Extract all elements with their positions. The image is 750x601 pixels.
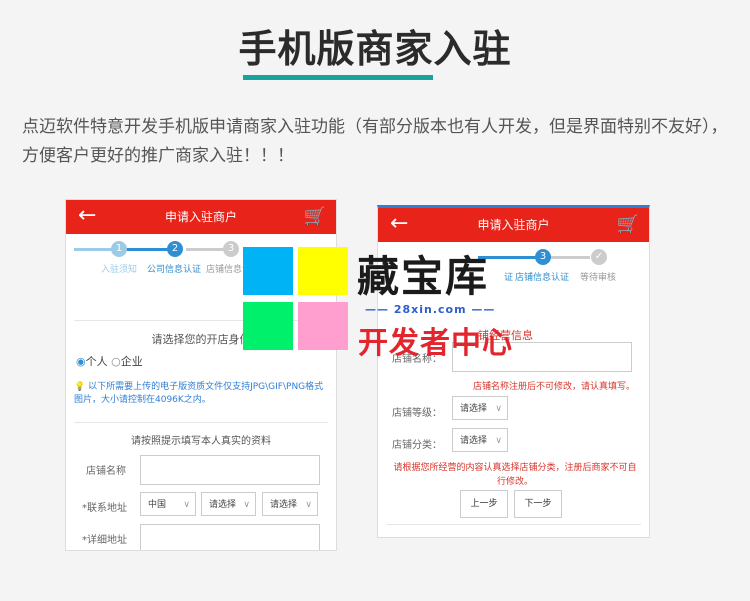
arrow-left-icon[interactable]: ← (390, 208, 408, 240)
watermark-title: 藏宝库 (357, 252, 490, 301)
country-select-value: 中国 (148, 500, 167, 510)
fill-prompt: 请按照提示填写本人真实的资料 (131, 436, 271, 447)
cart-icon[interactable]: 🛒 (304, 200, 326, 234)
step-3-prefix: 证 (504, 273, 514, 283)
step-4-dot: ✓ (591, 249, 607, 265)
heading-underline (243, 75, 433, 80)
page-heading: 手机版商家入驻 (238, 27, 512, 71)
chevron-down-icon: ∨ (183, 500, 190, 510)
watermark-site: —— 28xin.com —— (365, 303, 496, 316)
upload-tip-text: 以下所需要上传的电子版资质文件仅支持JPG\GIF\PNG格式图片，大小请控制在… (74, 382, 324, 405)
shop-name-note: 店铺名称注册后不可修改，请认真填写。 (473, 382, 636, 392)
left-step-progress: 1 2 3 入驻须知 公司信息认证 店铺信息认 (66, 234, 336, 284)
shop-category-select[interactable]: 请选择 ∨ (452, 428, 508, 452)
chevron-down-icon: ∨ (243, 500, 250, 510)
step-3-dot: 3 (535, 249, 551, 265)
chevron-down-icon: ∨ (495, 436, 502, 446)
next-step-button[interactable]: 下一步 (514, 490, 562, 518)
detail-address-input[interactable] (140, 524, 320, 550)
shop-level-label: 店铺等级： (392, 408, 442, 419)
intro-paragraph: 点迈软件特意开发手机版申请商家入驻功能（有部分版本也有人开发，但是界面特别不友好… (22, 117, 728, 166)
step-line (550, 256, 590, 259)
arrow-left-icon[interactable]: ← (78, 200, 96, 232)
lightbulb-icon: 💡 (74, 382, 86, 392)
category-note: 请根据您所经营的内容认真选择店铺分类，注册后商家不可自行修改。 (393, 463, 637, 487)
shop-category-value: 请选择 (460, 436, 488, 446)
left-app-bar: ← 申请入驻商户 🛒 (66, 200, 336, 234)
step-2-dot: 2 (167, 241, 183, 257)
radio-company-label: 企业 (120, 355, 143, 368)
chevron-down-icon: ∨ (305, 500, 312, 510)
divider (74, 422, 328, 423)
divider (386, 524, 641, 525)
prev-step-button[interactable]: 上一步 (460, 490, 508, 518)
watermark-square-pink (298, 302, 348, 350)
step-4-label: 等待审核 (580, 273, 617, 283)
upload-tip: 💡 以下所需要上传的电子版资质文件仅支持JPG\GIF\PNG格式图片，大小请控… (74, 381, 332, 407)
left-app-title: 申请入驻商户 (164, 210, 237, 224)
watermark-square-green (243, 302, 293, 350)
identity-prompt: 请选择您的开店身份 (151, 333, 251, 346)
detail-address-label: *详细地址 (82, 535, 127, 546)
shop-name-input[interactable] (140, 455, 320, 485)
shop-level-value: 请选择 (460, 404, 488, 414)
city-select[interactable]: 请选择 ∨ (262, 492, 318, 516)
shop-name-label: 店铺名称 (86, 466, 126, 477)
country-select[interactable]: 中国 ∨ (140, 492, 196, 516)
watermark-square-blue (243, 247, 293, 295)
step-2-label: 公司信息认证 (147, 265, 202, 275)
province-select-value: 请选择 (209, 500, 237, 510)
radio-personal-label: 个人 (85, 355, 108, 368)
step-1-dot: 1 (111, 241, 127, 257)
address-label: *联系地址 (82, 503, 127, 514)
radio-personal[interactable]: ◉个人 (76, 355, 108, 368)
watermark-square-yellow (298, 247, 348, 295)
city-select-value: 请选择 (270, 500, 298, 510)
radio-company[interactable]: ○企业 (111, 355, 143, 368)
chevron-down-icon: ∨ (495, 404, 502, 414)
step-3-dot: 3 (223, 241, 239, 257)
step-3-label: 店铺信息认证 (515, 273, 570, 283)
right-app-bar: ← 申请入驻商户 🛒 (378, 208, 649, 242)
step-1-label: 入驻须知 (101, 265, 138, 275)
left-phone-screen: ← 申请入驻商户 🛒 1 2 3 入驻须知 公司信息认证 店铺信息认 请选择您的… (65, 199, 337, 551)
province-select[interactable]: 请选择 ∨ (201, 492, 256, 516)
cart-icon[interactable]: 🛒 (617, 208, 639, 242)
watermark-subtitle: 开发者中心 (358, 326, 513, 361)
right-app-title: 申请入驻商户 (477, 218, 550, 232)
shop-level-select[interactable]: 请选择 ∨ (452, 396, 508, 420)
shop-category-label: 店铺分类： (392, 440, 442, 451)
step-line (186, 248, 226, 251)
identity-radio-group: ◉个人 ○企业 (76, 353, 143, 369)
